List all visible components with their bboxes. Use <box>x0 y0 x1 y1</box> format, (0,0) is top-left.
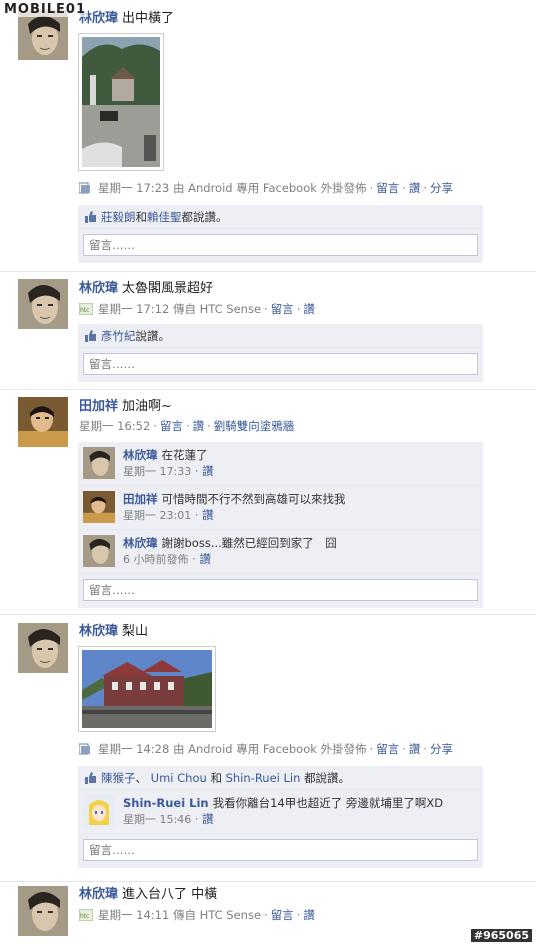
avatar[interactable] <box>18 10 68 60</box>
comment-author[interactable]: 田加祥 <box>123 492 158 506</box>
avatar[interactable] <box>83 491 115 523</box>
post-via: 傳自 HTC Sense <box>172 908 262 922</box>
post-via: 傳自 HTC Sense <box>172 302 262 316</box>
comment-input[interactable] <box>83 839 478 861</box>
post-time[interactable]: 星期一 14:28 <box>98 742 169 756</box>
comment-link[interactable]: 留言 <box>160 419 183 433</box>
post-source-icon <box>78 182 93 194</box>
feed-post: 林欣瑋 進入台八了 中橫 htc 星期一 14:11 傳自 HTC Sense · 留言… <box>0 883 536 944</box>
share-link[interactable]: 分享 <box>430 742 453 756</box>
thumbs-up-icon <box>85 768 97 784</box>
share-link[interactable]: 分享 <box>430 181 453 195</box>
post-via: 由 Android 專用 Facebook 外掛發佈 <box>172 181 367 195</box>
post-author[interactable]: 林欣瑋 <box>79 887 118 902</box>
post-message: 加油啊~ <box>122 399 172 414</box>
liker-name[interactable]: Umi Chou <box>151 771 207 785</box>
comment-like-link[interactable]: 讚 <box>202 464 214 478</box>
post-message: 太魯閣風景超好 <box>122 281 214 296</box>
comment-link[interactable]: 留言 <box>271 908 294 922</box>
post-time[interactable]: 星期一 17:12 <box>98 302 169 316</box>
thumbs-up-icon <box>85 207 97 223</box>
likes-sentence: 彥竹紀說讚。 <box>78 324 483 348</box>
avatar[interactable] <box>83 447 115 479</box>
avatar[interactable] <box>18 623 68 673</box>
liker-name[interactable]: 彥竹紀 <box>101 329 136 343</box>
post-message: 梨山 <box>122 624 149 639</box>
comment-time[interactable]: 6 小時前發佈 <box>123 553 189 566</box>
comment-time[interactable]: 星期一 15:46 <box>123 813 191 826</box>
comment-author[interactable]: Shin-Ruei Lin <box>123 796 209 810</box>
comment-like-link[interactable]: 讚 <box>202 812 214 826</box>
comment-input[interactable] <box>83 579 478 601</box>
post-photo[interactable] <box>78 33 164 171</box>
wall-to-wall-link[interactable]: 劉騎雙向塗鴉牆 <box>214 419 295 433</box>
liker-name[interactable]: Shin-Ruei Lin <box>226 771 301 785</box>
feed-post: 田加祥 加油啊~ 星期一 16:52 · 留言 · 讚 · 劉騎雙向塗鴉牆 林欣瑋 在花蓮了 星期… <box>0 391 536 615</box>
post-time[interactable]: 星期一 17:23 <box>98 181 169 195</box>
like-link[interactable]: 讚 <box>193 419 205 433</box>
feedback-box: 陳猴子、 Umi Chou 和 Shin-Ruei Lin 都說讚。 Shin-… <box>78 766 483 868</box>
htc-icon: htc <box>78 908 94 922</box>
post-author[interactable]: 田加祥 <box>79 399 118 414</box>
avatar[interactable] <box>18 397 68 447</box>
comment-link[interactable]: 留言 <box>376 742 399 756</box>
comment-author[interactable]: 林欣瑋 <box>123 536 158 550</box>
svg-text:htc: htc <box>80 913 89 920</box>
like-link[interactable]: 讚 <box>303 908 315 922</box>
comment: 田加祥 可惜時間不行不然到高雄可以來找我 星期一 23:01 · 讚 <box>78 486 483 530</box>
post-author[interactable]: 林欣瑋 <box>79 624 118 639</box>
post-via: 由 Android 專用 Facebook 外掛發佈 <box>172 742 367 756</box>
comment-input[interactable] <box>83 234 478 256</box>
feed-post: 林欣瑋 梨山 星期一 14:28 由 Android 專用 Facebook 外掛… <box>0 616 536 882</box>
comment-text: 在花蓮了 <box>161 448 208 462</box>
comment-time[interactable]: 星期一 23:01 <box>123 509 191 522</box>
comment-link[interactable]: 留言 <box>271 302 294 316</box>
feedback-box: 莊毅朗和賴佳聖都說讚。 <box>78 205 483 263</box>
feedback-box: 彥竹紀說讚。 <box>78 324 483 382</box>
post-message: 出中橫了 <box>122 11 175 26</box>
comment-text: 我看你離台14甲也超近了 旁邊就埔里了啊XD <box>212 796 444 810</box>
comment: Shin-Ruei Lin 我看你離台14甲也超近了 旁邊就埔里了啊XD 星期一 1… <box>78 790 483 834</box>
post-author[interactable]: 林欣瑋 <box>79 281 118 296</box>
avatar[interactable] <box>18 886 68 936</box>
comment-input[interactable] <box>83 353 478 375</box>
likes-sentence: 陳猴子、 Umi Chou 和 Shin-Ruei Lin 都說讚。 <box>78 766 483 790</box>
likes-sentence: 莊毅朗和賴佳聖都說讚。 <box>78 205 483 229</box>
image-id-badge: #965065 <box>470 929 532 942</box>
comment-text: 可惜時間不行不然到高雄可以來找我 <box>161 492 346 506</box>
like-link[interactable]: 讚 <box>409 742 421 756</box>
avatar[interactable] <box>83 535 115 567</box>
post-time[interactable]: 星期一 16:52 <box>79 419 150 433</box>
like-link[interactable]: 讚 <box>303 302 315 316</box>
post-photo[interactable] <box>78 646 216 732</box>
feed-post: 林欣瑋 太魯閣風景超好 htc 星期一 17:12 傳自 HTC Sense · 留言 ·… <box>0 273 536 390</box>
post-message: 進入台八了 中橫 <box>122 887 218 902</box>
liker-name[interactable]: 莊毅朗 <box>101 210 136 224</box>
like-link[interactable]: 讚 <box>409 181 421 195</box>
comment-like-link[interactable]: 讚 <box>202 508 214 522</box>
feedback-box: 林欣瑋 在花蓮了 星期一 17:33 · 讚 田加祥 可惜時間不行不然到高雄可以來找我… <box>78 442 483 608</box>
watermark-logo: MOBILE01 <box>2 2 88 17</box>
comment-author[interactable]: 林欣瑋 <box>123 448 158 462</box>
htc-icon: htc <box>78 302 94 316</box>
svg-text:htc: htc <box>80 307 89 314</box>
feed-post: 林欣瑋 出中橫了 星期一 17:23 由 Android 專用 Facebook … <box>0 0 536 272</box>
comment-like-link[interactable]: 讚 <box>199 552 211 566</box>
comment: 林欣瑋 在花蓮了 星期一 17:33 · 讚 <box>78 442 483 486</box>
avatar[interactable] <box>18 279 68 329</box>
post-time[interactable]: 星期一 14:11 <box>98 908 169 922</box>
post-source-icon <box>78 743 93 755</box>
comment: 林欣瑋 謝謝boss...雖然已經回到家了 囧6 小時前發佈 · 讚 <box>78 530 483 574</box>
comment-link[interactable]: 留言 <box>376 181 399 195</box>
thumbs-up-icon <box>85 326 97 342</box>
liker-name[interactable]: 陳猴子 <box>101 771 136 785</box>
liker-name[interactable]: 賴佳聖 <box>147 210 182 224</box>
avatar[interactable] <box>83 795 115 827</box>
comment-time[interactable]: 星期一 17:33 <box>123 465 191 478</box>
comment-text: 謝謝boss...雖然已經回到家了 囧 <box>161 536 337 550</box>
